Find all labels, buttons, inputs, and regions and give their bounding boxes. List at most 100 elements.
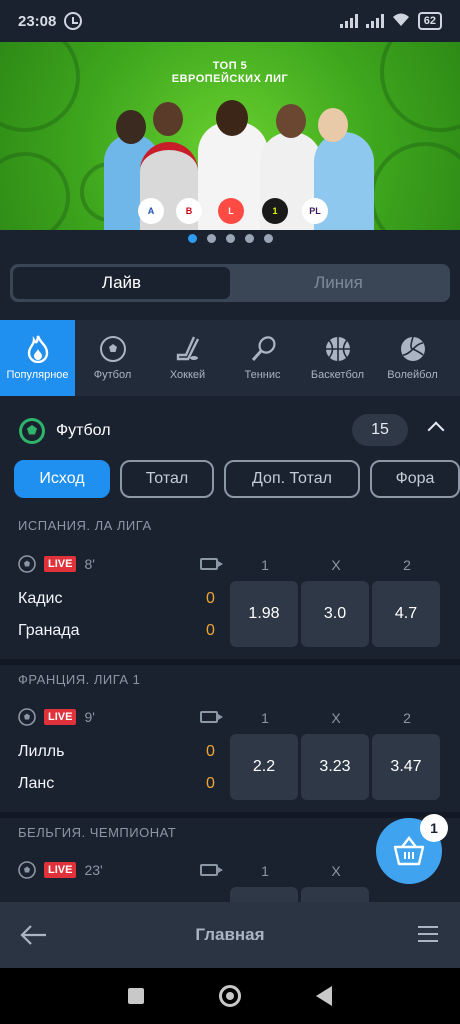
ligue1-logo: 1 — [262, 198, 288, 224]
filter-handicap[interactable]: Фора — [370, 460, 460, 498]
team-away[interactable]: Гранада — [18, 622, 80, 640]
team-home[interactable]: Лилль — [18, 743, 64, 761]
sports-nav: Популярное Футбол Хоккей Теннис Баскетбо… — [0, 320, 460, 396]
match-meta: LIVE 23' — [18, 860, 103, 880]
column-2-label: 2 — [403, 557, 411, 573]
score-away: 0 — [206, 622, 215, 639]
column-x-label: X — [331, 557, 341, 573]
market-filters: Исход Тотал Доп. Тотал Фора — [14, 460, 460, 498]
column-x-label: X — [331, 710, 341, 726]
bottom-app-bar: Главная — [0, 902, 460, 968]
odd-draw-button[interactable]: 3.23 — [301, 734, 369, 800]
section-title: Футбол — [56, 422, 111, 439]
filter-total[interactable]: Тотал — [120, 460, 214, 498]
home-icon[interactable] — [218, 985, 241, 1007]
score-away: 0 — [206, 775, 215, 792]
hockey-icon — [174, 335, 202, 363]
alarm-icon — [64, 12, 83, 30]
column-1-label: 1 — [261, 710, 269, 726]
promo-banner[interactable]: ТОП 5 ЕВРОПЕЙСКИХ ЛИГ A B L 1 PL — [0, 42, 460, 230]
chevron-up-icon[interactable] — [427, 421, 445, 439]
sport-volleyball[interactable]: Волейбол — [375, 320, 450, 396]
league-name[interactable]: ИСПАНИЯ. ЛА ЛИГА — [18, 518, 152, 533]
odd-draw-button[interactable] — [301, 887, 369, 902]
team-home[interactable]: Кадис — [18, 590, 63, 608]
match-minute: 8' — [84, 556, 95, 572]
live-badge: LIVE — [44, 556, 77, 572]
football-section-header[interactable]: Футбол 15 — [18, 412, 448, 450]
odd-home-button[interactable]: 2.2 — [230, 734, 298, 800]
match-minute: 9' — [84, 709, 95, 725]
carousel-indicator[interactable] — [0, 234, 460, 243]
column-x-label: X — [331, 863, 341, 879]
filter-outcome[interactable]: Исход — [14, 460, 110, 498]
back-arrow-icon[interactable] — [20, 924, 48, 946]
team-away[interactable]: Ланс — [18, 775, 54, 793]
carousel-dot[interactable] — [187, 234, 197, 243]
tennis-racket-icon — [249, 335, 277, 363]
status-time: 23:08 — [18, 12, 57, 30]
recent-apps-icon[interactable] — [127, 988, 144, 1004]
bet-slip-button[interactable]: 1 — [376, 814, 448, 884]
banner-title: ТОП 5 ЕВРОПЕЙСКИХ ЛИГ — [171, 60, 289, 85]
sport-tennis[interactable]: Теннис — [225, 320, 300, 396]
column-1-label: 1 — [261, 863, 269, 879]
wifi-icon — [392, 13, 410, 30]
match-minute: 23' — [84, 862, 103, 878]
bottom-title[interactable]: Главная — [195, 925, 264, 945]
odd-home-button[interactable]: 1.98 — [230, 581, 298, 647]
basketball-icon — [324, 335, 352, 363]
sport-popular[interactable]: Популярное — [0, 320, 75, 396]
signal-icon-2 — [365, 14, 384, 28]
video-camera-icon[interactable] — [200, 711, 223, 723]
sport-football[interactable]: Футбол — [75, 320, 150, 396]
column-2-label: 2 — [403, 710, 411, 726]
odd-away-button[interactable]: 3.47 — [372, 734, 440, 800]
volleyball-icon — [399, 335, 427, 363]
soccer-ball-icon — [19, 418, 45, 444]
system-nav-bar — [0, 968, 460, 1024]
column-1-label: 1 — [261, 557, 269, 573]
laliga-logo: L — [218, 198, 244, 224]
league-name[interactable]: ФРАНЦИЯ. ЛИГА 1 — [18, 672, 140, 687]
bundesliga-logo: B — [176, 198, 202, 224]
odd-away-button[interactable]: 4.7 — [372, 581, 440, 647]
tab-line[interactable]: Линия — [230, 267, 447, 299]
carousel-dot[interactable] — [263, 234, 273, 243]
score-home: 0 — [206, 743, 215, 760]
back-icon[interactable] — [316, 986, 333, 1006]
fire-icon — [24, 335, 52, 363]
odd-draw-button[interactable]: 3.0 — [301, 581, 369, 647]
match-meta: LIVE 9' — [18, 707, 95, 727]
soccer-ball-icon — [99, 335, 127, 363]
soccer-ball-icon — [18, 708, 36, 726]
tab-live[interactable]: Лайв — [13, 267, 230, 299]
filter-extra-total[interactable]: Доп. Тотал — [224, 460, 360, 498]
carousel-dot[interactable] — [225, 234, 235, 243]
carousel-dot[interactable] — [206, 234, 216, 243]
basket-icon — [393, 836, 425, 866]
live-badge: LIVE — [44, 862, 77, 878]
score-home: 0 — [206, 590, 215, 607]
bet-slip-count: 1 — [420, 814, 448, 842]
battery-indicator: 62 — [417, 12, 442, 30]
sport-label: Популярное — [6, 369, 69, 381]
serie-a-logo: A — [138, 198, 164, 224]
sport-basketball[interactable]: Баскетбол — [300, 320, 375, 396]
sport-label: Футбол — [93, 369, 132, 381]
league-name[interactable]: БЕЛЬГИЯ. ЧЕМПИОНАТ — [18, 825, 176, 840]
premier-league-logo: PL — [302, 198, 328, 224]
odd-home-button[interactable] — [230, 887, 298, 902]
soccer-ball-icon — [18, 555, 36, 573]
live-line-toggle: Лайв Линия — [10, 264, 450, 302]
match-meta: LIVE 8' — [18, 554, 95, 574]
sport-more[interactable] — [450, 320, 460, 396]
video-camera-icon[interactable] — [200, 864, 223, 876]
signal-icon — [339, 14, 358, 28]
menu-icon[interactable] — [418, 926, 438, 942]
divider — [0, 812, 460, 818]
carousel-dot[interactable] — [244, 234, 254, 243]
video-camera-icon[interactable] — [200, 558, 223, 570]
sport-hockey[interactable]: Хоккей — [150, 320, 225, 396]
sport-label: Волейбол — [387, 369, 438, 381]
